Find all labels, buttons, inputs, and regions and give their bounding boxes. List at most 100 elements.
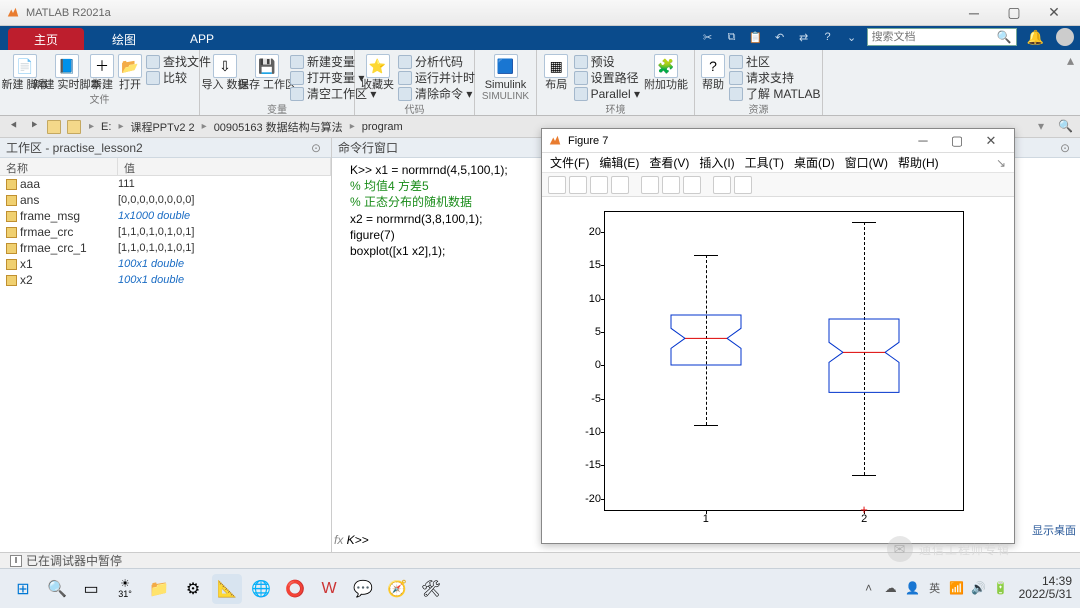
figure-menu-help[interactable]: 帮助(H): [898, 154, 939, 171]
figure-menu-window[interactable]: 窗口(W): [845, 154, 888, 171]
maximize-button[interactable]: ▢: [994, 3, 1034, 23]
new-button[interactable]: ＋新建: [90, 52, 114, 91]
nav-back-icon[interactable]: ⯇: [6, 119, 22, 135]
community-button[interactable]: 社区: [729, 54, 820, 69]
workspace-row[interactable]: x1100x1 double: [0, 256, 331, 272]
simulink-button[interactable]: 🟦Simulink: [481, 52, 530, 91]
tb-open-icon[interactable]: [569, 176, 587, 194]
taskbar-edge-icon[interactable]: 🌐: [246, 574, 276, 604]
workspace-row[interactable]: frame_msg1x1000 double: [0, 208, 331, 224]
tray-people-icon[interactable]: 👤: [905, 580, 921, 596]
user-avatar[interactable]: [1056, 28, 1074, 46]
clear-commands-button[interactable]: 清除命令 ▾: [398, 86, 475, 101]
command-window-menu-icon[interactable]: ⊙: [1060, 141, 1074, 155]
figure-menu-view[interactable]: 查看(V): [649, 154, 689, 171]
ws-col-value[interactable]: 值: [118, 158, 331, 175]
start-button[interactable]: ⊞: [8, 574, 38, 604]
doc-search-input[interactable]: [872, 31, 997, 43]
learn-matlab-button[interactable]: 了解 MATLAB: [729, 86, 820, 101]
addons-button[interactable]: 🧩附加功能: [644, 52, 688, 91]
qa-cut-icon[interactable]: ✂: [699, 28, 717, 46]
figure-menu-insert[interactable]: 插入(I): [699, 154, 734, 171]
tray-battery-icon[interactable]: 🔋: [993, 580, 1009, 596]
path-seg[interactable]: program: [362, 121, 403, 133]
new-live-script-button[interactable]: 📘新建 实时脚本: [48, 52, 86, 91]
tray-volume-icon[interactable]: 🔊: [971, 580, 987, 596]
figure-menu-tools[interactable]: 工具(T): [745, 154, 784, 171]
workspace-menu-icon[interactable]: ⊙: [311, 141, 325, 155]
tb-save-icon[interactable]: [590, 176, 608, 194]
taskbar-wps-icon[interactable]: W: [314, 574, 344, 604]
open-button[interactable]: 📂打开: [118, 52, 142, 91]
favorites-button[interactable]: ⭐收藏夹: [361, 52, 394, 91]
set-path-button[interactable]: 设置路径: [574, 70, 640, 85]
tb-rotate-icon[interactable]: [734, 176, 752, 194]
tray-ime[interactable]: 英: [927, 580, 943, 596]
ws-col-name[interactable]: 名称: [0, 158, 118, 175]
path-seg[interactable]: 00905163 数据结构与算法: [214, 119, 343, 135]
folder-search-icon[interactable]: 🔍: [1058, 119, 1074, 135]
parallel-button[interactable]: Parallel ▾: [574, 86, 640, 101]
taskbar-explorer-icon[interactable]: 📁: [144, 574, 174, 604]
taskbar-weather-icon[interactable]: ☀31°: [110, 574, 140, 604]
taskbar-tool-icon[interactable]: 🛠: [416, 574, 446, 604]
minimize-button[interactable]: ─: [954, 3, 994, 23]
figure-menu-edit[interactable]: 编辑(E): [599, 154, 639, 171]
qa-help-icon[interactable]: ?: [819, 28, 837, 46]
tab-home[interactable]: 主页: [8, 28, 84, 50]
ribbon-collapse-icon[interactable]: ▴: [1067, 52, 1074, 69]
folder-icon[interactable]: [47, 120, 61, 134]
taskbar-safari-icon[interactable]: 🧭: [382, 574, 412, 604]
taskbar-settings-icon[interactable]: ⚙: [178, 574, 208, 604]
taskbar-chrome-icon[interactable]: ⭕: [280, 574, 310, 604]
close-button[interactable]: ✕: [1034, 3, 1074, 23]
figure-menu-desktop[interactable]: 桌面(D): [794, 154, 835, 171]
save-workspace-button[interactable]: 💾保存 工作区: [248, 52, 286, 91]
folder-up-icon[interactable]: [67, 120, 81, 134]
taskbar-taskview-icon[interactable]: ▭: [76, 574, 106, 604]
fx-icon[interactable]: fx K>>: [334, 532, 369, 548]
tb-new-icon[interactable]: [548, 176, 566, 194]
request-support-button[interactable]: 请求支持: [729, 70, 820, 85]
debug-pause-icon[interactable]: ‖: [10, 555, 22, 567]
nav-forward-icon[interactable]: ⯈: [26, 119, 42, 135]
taskbar-search-icon[interactable]: 🔍: [42, 574, 72, 604]
qa-switch-icon[interactable]: ⇄: [795, 28, 813, 46]
tb-insert-icon[interactable]: [683, 176, 701, 194]
taskbar-wechat-icon[interactable]: 💬: [348, 574, 378, 604]
tb-link-icon[interactable]: [662, 176, 680, 194]
tray-cloud-icon[interactable]: ☁: [883, 580, 899, 596]
path-seg[interactable]: 课程PPTv2 2: [130, 119, 194, 135]
run-timing-button[interactable]: 运行并计时: [398, 70, 475, 85]
taskbar-clock[interactable]: 14:392022/5/31: [1019, 575, 1072, 601]
workspace-row[interactable]: frmae_crc[1,1,0,1,0,1,0,1]: [0, 224, 331, 240]
help-button[interactable]: ?帮助: [701, 52, 725, 91]
figure-menu-file[interactable]: 文件(F): [550, 154, 589, 171]
notification-bell-icon[interactable]: 🔔: [1027, 29, 1044, 46]
show-desktop-label[interactable]: 显示桌面: [1032, 522, 1076, 538]
folder-dropdown-icon[interactable]: ▾: [1038, 119, 1054, 135]
figure-titlebar[interactable]: Figure 7 ─ ▢ ✕: [542, 129, 1014, 153]
qa-paste-icon[interactable]: 📋: [747, 28, 765, 46]
layout-button[interactable]: ▦布局: [543, 52, 570, 91]
figure-maximize-button[interactable]: ▢: [940, 133, 974, 149]
figure-close-button[interactable]: ✕: [974, 133, 1008, 149]
tb-pointer-icon[interactable]: [713, 176, 731, 194]
tb-edit-icon[interactable]: [641, 176, 659, 194]
figure-minimize-button[interactable]: ─: [906, 133, 940, 148]
tray-wifi-icon[interactable]: 📶: [949, 580, 965, 596]
tray-chevron-icon[interactable]: ˄: [861, 580, 877, 596]
workspace-row[interactable]: x2100x1 double: [0, 272, 331, 288]
preferences-button[interactable]: 预设: [574, 54, 640, 69]
tb-print-icon[interactable]: [611, 176, 629, 194]
search-icon[interactable]: 🔍: [997, 30, 1012, 44]
doc-search[interactable]: 🔍: [867, 28, 1017, 46]
qa-copy-icon[interactable]: ⧉: [723, 28, 741, 46]
taskbar-matlab-icon[interactable]: 📐: [212, 574, 242, 604]
tab-plot[interactable]: 绘图: [86, 28, 162, 50]
qa-more-icon[interactable]: ⌄: [843, 28, 861, 46]
figure-menu-more-icon[interactable]: ↘: [996, 156, 1006, 170]
workspace-row[interactable]: frmae_crc_1[1,1,0,1,0,1,0,1]: [0, 240, 331, 256]
qa-undo-icon[interactable]: ↶: [771, 28, 789, 46]
analyze-code-button[interactable]: 分析代码: [398, 54, 475, 69]
